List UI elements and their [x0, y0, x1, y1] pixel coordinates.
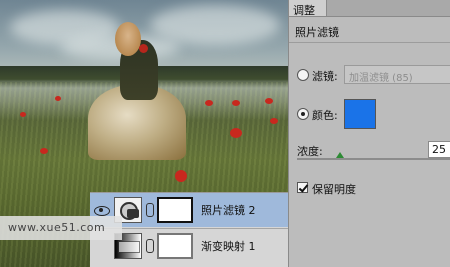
poppy [175, 170, 187, 182]
color-swatch[interactable] [344, 99, 376, 129]
watermark: www.xue51.com [0, 216, 122, 240]
layer-mask-thumbnail[interactable] [157, 232, 193, 259]
held-flower [139, 44, 148, 53]
tab-bar [327, 0, 450, 17]
color-label: 颜色: [312, 109, 338, 122]
cloud [150, 5, 280, 45]
poppy [265, 98, 273, 104]
adjustments-panel: 调整 照片滤镜 滤镜: 加温滤镜 (85) 颜色: 浓度: 25 保留明度 [288, 0, 450, 267]
color-radio[interactable] [297, 108, 309, 120]
poppy [230, 128, 242, 138]
poppy [20, 112, 26, 117]
tab-adjustments[interactable]: 调整 [289, 0, 327, 17]
preserve-luminosity-label: 保留明度 [312, 183, 356, 196]
poppy [270, 118, 278, 124]
link-icon[interactable] [146, 238, 154, 253]
poppy [55, 96, 61, 101]
density-slider[interactable] [297, 158, 450, 160]
layer-name: 渐变映射 1 [201, 239, 256, 253]
density-label: 浓度: [297, 145, 323, 158]
slider-thumb[interactable] [336, 152, 344, 158]
poppy [205, 100, 213, 106]
filter-select[interactable]: 加温滤镜 (85) [344, 65, 450, 84]
preserve-luminosity-checkbox[interactable] [297, 182, 308, 193]
filter-radio[interactable] [297, 69, 309, 81]
layer-name: 照片滤镜 2 [201, 204, 256, 217]
poppy [40, 148, 48, 154]
layer-mask-thumbnail[interactable] [157, 197, 193, 223]
filter-label: 滤镜: [312, 70, 338, 83]
panel-title: 照片滤镜 [295, 26, 339, 39]
link-icon[interactable] [146, 203, 154, 217]
eye-icon[interactable] [93, 204, 111, 216]
density-input[interactable]: 25 [428, 141, 450, 158]
divider [289, 42, 450, 43]
poppy [232, 100, 240, 106]
woman-head [115, 22, 141, 56]
